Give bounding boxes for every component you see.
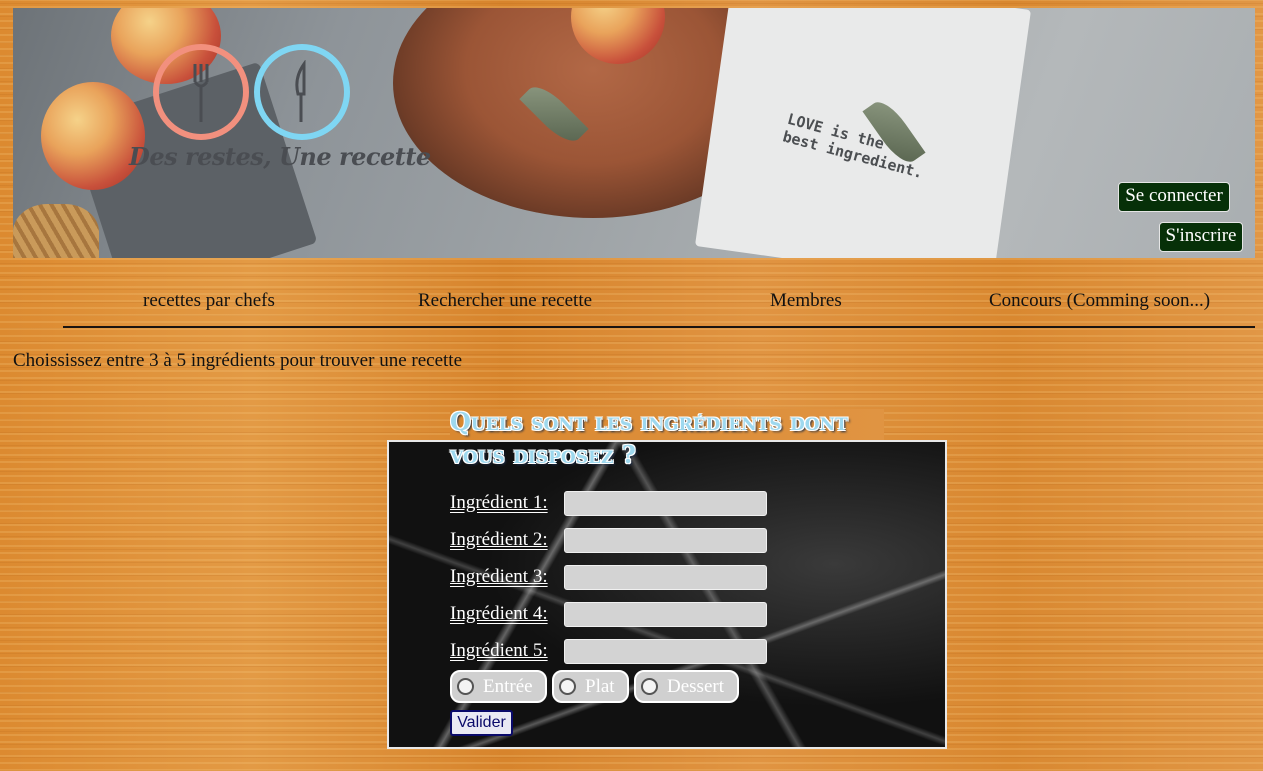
ingredient-input-2[interactable] (564, 528, 767, 553)
submit-button[interactable]: Valider (450, 710, 513, 736)
ingredient-input-4[interactable] (564, 602, 767, 627)
form-title: Quels sont les ingrédients dont vous dis… (450, 407, 848, 469)
radio-circle-icon[interactable] (457, 678, 474, 695)
radio-circle-icon[interactable] (641, 678, 658, 695)
ingredient-input-3[interactable] (564, 565, 767, 590)
category-radio-dessert[interactable]: Dessert (634, 670, 739, 703)
intro-text: Choississez entre 3 à 5 ingrédients pour… (13, 350, 462, 371)
fork-logo-icon (153, 44, 249, 140)
nav-item-members[interactable]: Membres (770, 290, 842, 312)
login-button[interactable]: Se connecter (1118, 182, 1230, 212)
category-radio-plat[interactable]: Plat (552, 670, 629, 703)
category-radio-entree[interactable]: Entrée (450, 670, 547, 703)
ingredient-label-1: Ingrédient 1: (450, 492, 548, 513)
knife-logo-icon (254, 44, 350, 140)
site-logo-text: Des restes, Une recette (129, 142, 431, 171)
nav-item-contest[interactable]: Concours (Comming soon...) (989, 290, 1210, 312)
ingredient-input-1[interactable] (564, 491, 767, 516)
apple-image (41, 82, 145, 190)
ingredient-label-3: Ingrédient 3: (450, 566, 548, 587)
category-label-dessert: Dessert (667, 675, 724, 697)
nav-item-search-recipe[interactable]: Rechercher une recette (418, 290, 592, 312)
ingredient-label-5: Ingrédient 5: (450, 640, 548, 661)
header-banner: LOVE is the best ingredient. Des restes,… (13, 8, 1255, 258)
ingredient-label-2: Ingrédient 2: (450, 529, 548, 550)
signup-button[interactable]: S'inscrire (1159, 222, 1243, 252)
pie-image (13, 204, 99, 258)
main-nav: recettes par chefs Rechercher une recett… (63, 282, 1255, 328)
ingredient-input-5[interactable] (564, 639, 767, 664)
radio-circle-icon[interactable] (559, 678, 576, 695)
category-label-plat: Plat (585, 675, 615, 697)
nav-item-chef-recipes[interactable]: recettes par chefs (143, 290, 275, 312)
category-label-entree: Entrée (483, 675, 533, 697)
ingredient-label-4: Ingrédient 4: (450, 603, 548, 624)
